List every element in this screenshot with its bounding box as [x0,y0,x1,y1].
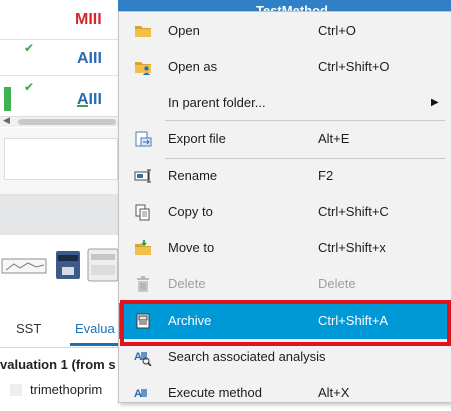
focus-highlight-box [120,300,451,346]
row-divider [0,39,120,40]
menu-item-delete[interactable]: Delete Delete [119,266,451,302]
analysis-logo-text: AIII [77,91,102,107]
menu-item-move-to[interactable]: Move to Ctrl+Shift+x [119,230,451,266]
menu-item-export-file[interactable]: Export file Alt+E [119,121,451,157]
move-folder-icon [135,240,151,255]
menu-item-label: Execute method [168,385,262,400]
row-divider [0,75,120,76]
menu-item-label: Copy to [168,204,213,219]
menu-item-copy-to[interactable]: Copy to Ctrl+Shift+C [119,194,451,230]
menu-item-label: In parent folder... [168,95,266,110]
menu-item-open[interactable]: Open Ctrl+O [119,13,451,49]
menu-item-shortcut: Ctrl+Shift+C [318,204,389,219]
scrollbar-thumb[interactable] [18,119,116,125]
details-field[interactable] [4,138,118,180]
svg-text:A: A [134,388,142,400]
search-analysis-icon: A [134,351,152,366]
menu-item-shortcut: Ctrl+O [318,23,356,38]
scroll-left-icon[interactable]: ◀ [3,115,10,126]
active-tab-indicator [70,343,120,346]
menu-item-shortcut: F2 [318,168,334,183]
method-logo-text: MIII [75,11,102,27]
check-icon: ✔ [24,41,35,55]
svg-text:A: A [134,351,142,363]
analysis-logo-icon[interactable]: AIII [76,48,110,66]
item-checkbox[interactable] [10,384,22,396]
menu-item-label: Open as [168,59,218,74]
menu-item-execute-method[interactable]: A Execute method Alt+X [119,375,451,411]
rename-icon [134,169,151,183]
menu-item-shortcut: Ctrl+Shift+O [318,59,390,74]
menu-item-label: Export file [168,131,226,146]
menu-item-label: Search associated analysis [168,349,326,364]
row-selected-marker [4,87,11,111]
copy-icon [135,204,150,221]
method-logo-icon: MIII [74,10,110,27]
menu-item-open-as[interactable]: Open as Ctrl+Shift+O [119,49,451,85]
analysis-logo-icon[interactable]: AIII [76,89,110,107]
folder-icon [135,26,151,37]
analysis-logo-text: AIII [77,50,102,66]
menu-item-shortcut: Delete [318,276,356,291]
menu-item-rename[interactable]: Rename F2 [119,158,451,194]
detector-icon [1,258,47,274]
pump-icon [87,248,119,282]
menu-item-label: Delete [168,276,206,291]
instrument-images [1,248,119,282]
check-icon: ✔ [24,80,35,94]
submenu-arrow-icon: ▶ [431,97,439,108]
trash-icon [137,276,149,292]
menu-item-shortcut: Alt+X [318,385,350,400]
tab-evaluation[interactable]: Evalua [75,321,115,336]
menu-item-label: Rename [168,168,218,183]
export-file-icon [135,131,152,147]
folder-user-icon [135,62,151,75]
autosampler-icon [56,251,80,279]
menu-item-in-parent-folder[interactable]: In parent folder... ▶ [119,85,451,121]
menu-item-label: Open [168,23,200,38]
execute-method-icon: A [134,388,147,400]
menu-item-shortcut: Ctrl+Shift+x [318,240,386,255]
evaluation-heading: valuation 1 (from s [0,357,116,372]
tab-sst[interactable]: SST [16,321,41,336]
menu-item-label: Move to [168,240,215,255]
menu-item-shortcut: Alt+E [318,131,350,146]
